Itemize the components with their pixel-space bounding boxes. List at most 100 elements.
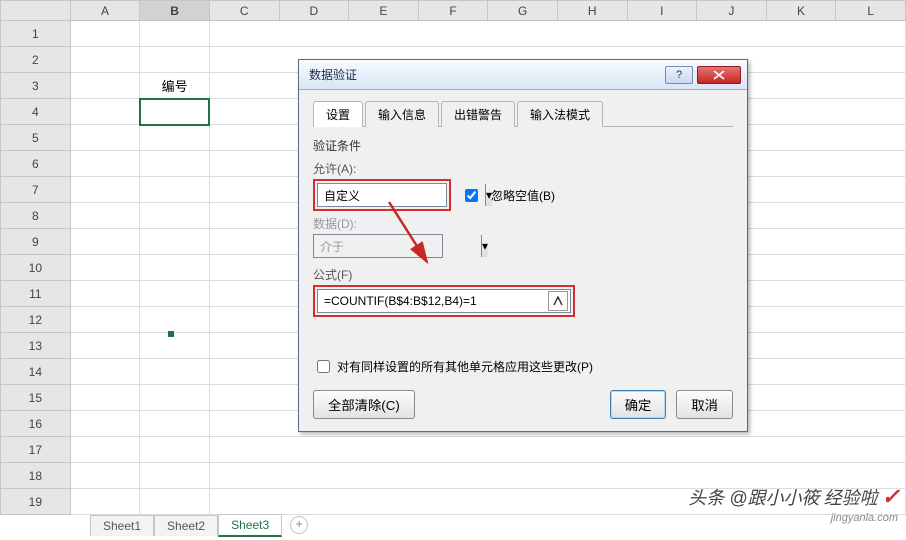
row-10[interactable]: 10 <box>1 255 71 281</box>
cell-B3[interactable]: 编号 <box>140 73 210 99</box>
cell[interactable] <box>70 489 140 515</box>
cell[interactable] <box>70 229 140 255</box>
cell[interactable] <box>70 151 140 177</box>
fill-handle[interactable] <box>168 331 174 337</box>
formula-label: 公式(F) <box>313 266 733 283</box>
cell[interactable] <box>70 307 140 333</box>
col-B[interactable]: B <box>140 1 210 21</box>
cell-B5[interactable] <box>140 125 210 151</box>
col-F[interactable]: F <box>418 1 488 21</box>
cell-B12[interactable] <box>140 307 210 333</box>
tab-ime-mode[interactable]: 输入法模式 <box>517 101 603 127</box>
cell[interactable] <box>70 359 140 385</box>
col-L[interactable]: L <box>836 1 906 21</box>
col-I[interactable]: I <box>627 1 697 21</box>
col-A[interactable]: A <box>70 1 140 21</box>
cell[interactable] <box>140 359 210 385</box>
close-icon <box>713 70 725 80</box>
cell[interactable] <box>70 411 140 437</box>
tab-settings[interactable]: 设置 <box>313 101 363 127</box>
col-H[interactable]: H <box>557 1 627 21</box>
col-J[interactable]: J <box>697 1 767 21</box>
cell[interactable] <box>70 463 140 489</box>
close-button[interactable] <box>697 66 741 84</box>
cell[interactable] <box>70 281 140 307</box>
ignore-blank-checkbox[interactable] <box>465 189 478 202</box>
dialog-titlebar[interactable]: 数据验证 ? <box>299 60 747 90</box>
row-1[interactable]: 1 <box>1 21 71 47</box>
col-G[interactable]: G <box>488 1 558 21</box>
cell[interactable] <box>70 125 140 151</box>
cell[interactable] <box>70 177 140 203</box>
row-11[interactable]: 11 <box>1 281 71 307</box>
row-19[interactable]: 19 <box>1 489 71 515</box>
cell[interactable] <box>140 21 210 47</box>
cell[interactable] <box>70 203 140 229</box>
range-selector-button[interactable] <box>548 291 568 311</box>
row-9[interactable]: 9 <box>1 229 71 255</box>
row-12[interactable]: 12 <box>1 307 71 333</box>
col-K[interactable]: K <box>766 1 836 21</box>
help-button[interactable]: ? <box>665 66 693 84</box>
col-C[interactable]: C <box>209 1 279 21</box>
row-13[interactable]: 13 <box>1 333 71 359</box>
cell[interactable] <box>140 489 210 515</box>
validation-criteria-label: 验证条件 <box>313 137 733 154</box>
formula-input[interactable] <box>318 294 548 308</box>
row-3[interactable]: 3 <box>1 73 71 99</box>
row-14[interactable]: 14 <box>1 359 71 385</box>
ignore-blank-row[interactable]: 忽略空值(B) <box>461 186 555 205</box>
annotation-arrow-icon <box>381 196 441 276</box>
cell[interactable] <box>70 99 140 125</box>
check-icon: ✓ <box>882 484 900 510</box>
tab-error-alert[interactable]: 出错警告 <box>441 101 515 127</box>
cell-B6[interactable] <box>140 151 210 177</box>
cell-B9[interactable] <box>140 229 210 255</box>
cell-B4[interactable] <box>140 99 210 125</box>
cell[interactable] <box>209 21 905 47</box>
cancel-button[interactable]: 取消 <box>676 390 733 419</box>
row-4[interactable]: 4 <box>1 99 71 125</box>
apply-others-checkbox[interactable] <box>317 360 330 373</box>
cell[interactable] <box>140 437 210 463</box>
cell[interactable] <box>140 333 210 359</box>
add-sheet-button[interactable]: + <box>290 516 308 534</box>
cell[interactable] <box>70 437 140 463</box>
cell[interactable] <box>140 47 210 73</box>
cell[interactable] <box>140 411 210 437</box>
cell-B8[interactable] <box>140 203 210 229</box>
cell[interactable] <box>209 437 905 463</box>
cell[interactable] <box>70 73 140 99</box>
tab-sheet3[interactable]: Sheet3 <box>218 514 282 537</box>
cell-B11[interactable] <box>140 281 210 307</box>
cell[interactable] <box>70 255 140 281</box>
formula-input-row <box>317 289 571 313</box>
row-15[interactable]: 15 <box>1 385 71 411</box>
row-18[interactable]: 18 <box>1 463 71 489</box>
clear-all-button[interactable]: 全部清除(C) <box>313 390 415 419</box>
col-D[interactable]: D <box>279 1 349 21</box>
cell-B10[interactable] <box>140 255 210 281</box>
cell[interactable] <box>140 385 210 411</box>
tab-input-message[interactable]: 输入信息 <box>365 101 439 127</box>
cell[interactable] <box>70 21 140 47</box>
cell[interactable] <box>70 333 140 359</box>
tab-sheet2[interactable]: Sheet2 <box>154 515 218 536</box>
select-all-corner[interactable] <box>1 1 71 21</box>
row-8[interactable]: 8 <box>1 203 71 229</box>
cell[interactable] <box>70 385 140 411</box>
row-2[interactable]: 2 <box>1 47 71 73</box>
row-6[interactable]: 6 <box>1 151 71 177</box>
column-headers: A B C D E F G H I J K L <box>1 1 906 21</box>
apply-others-row[interactable]: 对有同样设置的所有其他单元格应用这些更改(P) <box>313 357 733 376</box>
cell[interactable] <box>70 47 140 73</box>
row-16[interactable]: 16 <box>1 411 71 437</box>
cell-B7[interactable] <box>140 177 210 203</box>
ok-button[interactable]: 确定 <box>610 390 667 419</box>
cell[interactable] <box>140 463 210 489</box>
tab-sheet1[interactable]: Sheet1 <box>90 515 154 536</box>
row-5[interactable]: 5 <box>1 125 71 151</box>
row-7[interactable]: 7 <box>1 177 71 203</box>
row-17[interactable]: 17 <box>1 437 71 463</box>
col-E[interactable]: E <box>349 1 419 21</box>
